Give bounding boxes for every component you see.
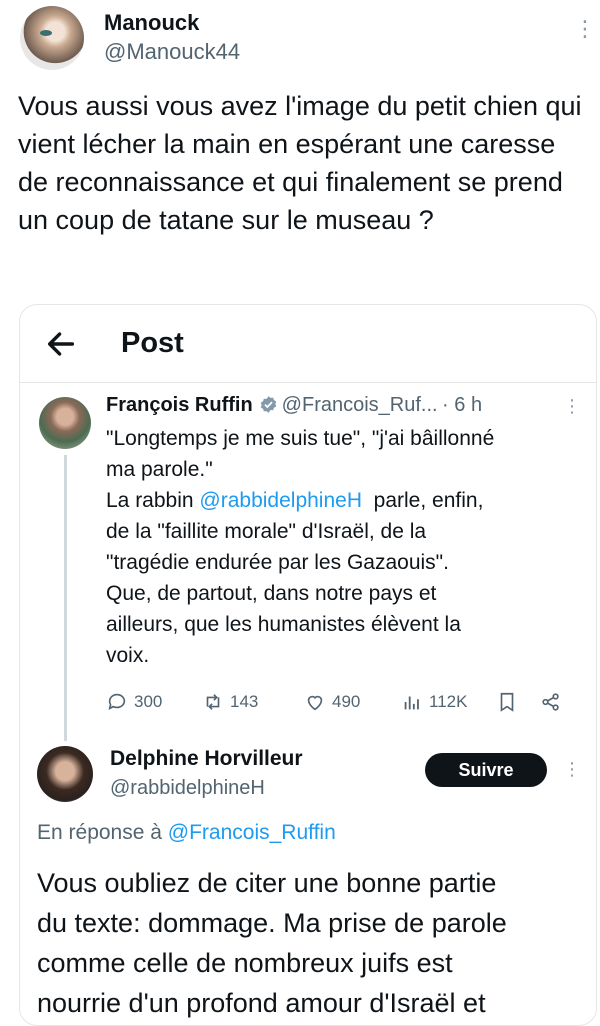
views-icon [404,696,419,710]
views-action[interactable]: 112K [401,691,467,713]
mention-link[interactable]: @rabbidelphineH [199,489,362,512]
author-handle[interactable]: @Manouck44 [104,39,240,65]
author-avatar[interactable] [20,6,84,70]
ruffin-name[interactable]: François Ruffin [106,394,253,416]
post-line: voix. [106,644,150,667]
quoted-screenshot-card: Post François Ruffin @Francois_Ruf... · 6… [19,304,597,1026]
like-count: 490 [332,692,361,711]
like-action[interactable]: 490 [304,691,360,713]
reply-line: Vous oubliez de citer une bonne partie [37,868,497,898]
repost-count: 143 [230,692,259,711]
repost-icon [206,694,220,710]
reply-line: du texte: dommage. Ma prise de parole [37,908,507,938]
delphine-avatar[interactable] [37,746,93,802]
ruffin-avatar[interactable] [39,397,91,449]
post-line: de la "faillite morale" d'Israël, de la [106,520,427,543]
post-line-suffix: parle, enfin, [362,489,484,512]
post-line-prefix: La rabbin [106,489,200,512]
page-title: Post [121,327,184,359]
post-line: ailleurs, que les humanistes élèvent la [106,613,461,636]
bookmark-icon [500,692,514,712]
thread-line [64,455,67,741]
post-time: · 6 h [442,394,483,416]
back-arrow-icon[interactable] [44,327,78,361]
reply-to-link[interactable]: @Francois_Ruffin [168,821,336,844]
repost-action[interactable]: 143 [202,691,258,713]
post-text: "Longtemps je me suis tue", "j'ai bâillo… [106,423,576,671]
reply-count: 300 [134,692,163,711]
reply-to-prefix: En réponse à [37,821,168,844]
reply-text: Vous oubliez de citer une bonne partie d… [37,863,577,1023]
delphine-name[interactable]: Delphine Horvilleur [110,747,303,771]
bookmark-button[interactable] [496,691,518,713]
reply-line: nourrie d'un profond amour d'Israël et [37,988,486,1018]
post-line: "tragédie endurée par les Gazaouis". [106,551,449,574]
reply-action[interactable]: 300 [106,691,162,713]
header-divider [20,382,596,383]
verified-badge-icon [260,396,276,413]
heart-icon [307,695,323,711]
post-line: La rabbin @rabbidelphineH parle, enfin, [106,485,576,516]
delphine-handle[interactable]: @rabbidelphineH [110,777,265,800]
reply-context: En réponse à @Francois_Ruffin [37,821,336,845]
ruffin-handle[interactable]: @Francois_Ruf... [282,394,438,416]
follow-button[interactable]: Suivre [425,753,547,787]
post-header: François Ruffin @Francois_Ruf... · 6 h [106,394,482,417]
reply-more-icon[interactable]: ⋮ [563,760,581,778]
more-options-icon[interactable]: ⋮ [574,18,596,40]
share-icon [542,693,559,711]
share-button[interactable] [540,691,562,713]
post-line: "Longtemps je me suis tue", "j'ai bâillo… [106,427,495,450]
reply-icon [108,693,126,710]
post-line: Que, de partout, dans notre pays et [106,582,437,605]
reply-line: comme celle de nombreux juifs est [37,948,453,978]
views-count: 112K [429,692,468,711]
post-line: ma parole." [106,458,213,481]
author-name[interactable]: Manouck [104,10,199,36]
post-more-icon[interactable]: ⋮ [563,397,581,415]
tweet-text: Vous aussi vous avez l'image du petit ch… [18,91,582,235]
